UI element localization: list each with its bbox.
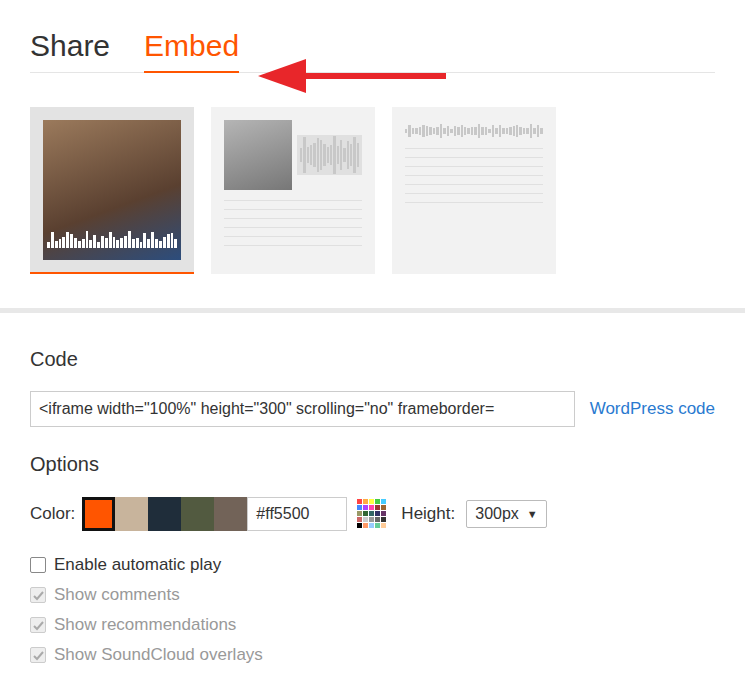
player-style-list — [30, 107, 715, 274]
embed-code-field[interactable]: <iframe width="100%" height="300" scroll… — [30, 391, 575, 427]
height-select[interactable]: 300px ▼ — [466, 500, 546, 528]
color-swatch[interactable] — [115, 497, 148, 531]
red-arrow-icon — [258, 59, 448, 93]
color-hex-field[interactable]: #ff5500 — [247, 497, 347, 531]
color-swatches — [82, 497, 247, 531]
checkbox-row[interactable]: Enable automatic play — [30, 555, 715, 575]
wordpress-code-link[interactable]: WordPress code — [590, 399, 715, 419]
checkbox-list: Enable automatic play Show comments Show… — [30, 555, 715, 665]
checkbox — [30, 587, 46, 603]
tab-bar: Share Embed — [30, 28, 715, 73]
checkbox-label: Show SoundCloud overlays — [54, 645, 263, 665]
checkbox — [30, 647, 46, 663]
color-picker-icon[interactable] — [355, 497, 389, 531]
player-style-option[interactable] — [30, 107, 194, 274]
dropdown-arrow-icon: ▼ — [527, 508, 538, 520]
separator — [0, 308, 745, 313]
checkbox[interactable] — [30, 557, 46, 573]
code-heading: Code — [30, 347, 715, 371]
player-style-option[interactable] — [392, 107, 556, 274]
embed-dialog: Share Embed Code <iframe width="100%" hei… — [0, 28, 745, 665]
tab[interactable]: Embed — [144, 28, 239, 73]
artwork-image — [224, 120, 292, 190]
check-icon — [32, 649, 45, 662]
color-label: Color: — [30, 504, 75, 524]
checkbox-row: Show recommendations — [30, 615, 715, 635]
player-style-option[interactable] — [211, 107, 375, 274]
tab[interactable]: Share — [30, 28, 110, 72]
options-heading: Options — [30, 452, 715, 476]
checkbox-label: Show comments — [54, 585, 180, 605]
checkbox-row: Show SoundCloud overlays — [30, 645, 715, 665]
color-swatch[interactable] — [148, 497, 181, 531]
color-swatch[interactable] — [214, 497, 247, 531]
color-swatch[interactable] — [181, 497, 214, 531]
color-swatch[interactable] — [82, 497, 115, 531]
artwork-image — [43, 120, 181, 260]
checkbox — [30, 617, 46, 633]
height-label: Height: — [401, 504, 455, 524]
checkbox-label: Enable automatic play — [54, 555, 221, 575]
check-icon — [32, 619, 45, 632]
checkbox-row: Show comments — [30, 585, 715, 605]
checkbox-label: Show recommendations — [54, 615, 236, 635]
check-icon — [32, 589, 45, 602]
